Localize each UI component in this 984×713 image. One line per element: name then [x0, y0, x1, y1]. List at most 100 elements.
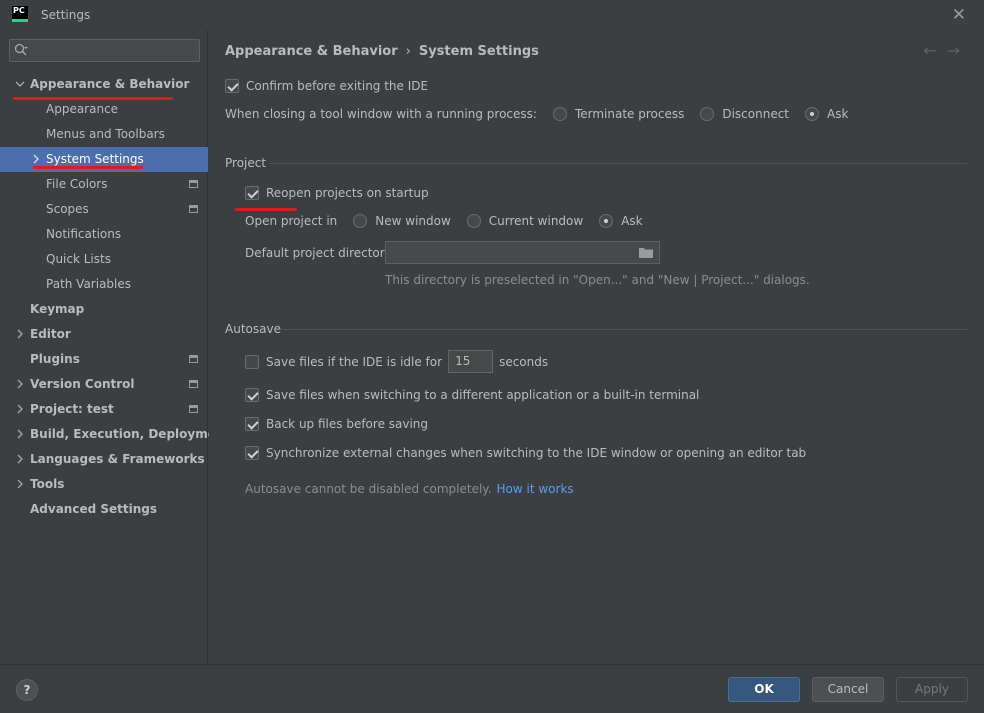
- open-ask-radio[interactable]: [599, 214, 614, 228]
- idle-seconds-input[interactable]: 15: [448, 350, 494, 373]
- sidebar-item-label: Appearance & Behavior: [30, 77, 190, 91]
- idle-save-row: Save files if the IDE is idle for 15 sec…: [245, 350, 548, 373]
- sidebar-item-label: Tools: [30, 477, 65, 491]
- project-level-icon: [189, 205, 198, 213]
- sidebar-item-label: Build, Execution, Deployment: [30, 427, 231, 441]
- switch-app-save-label: Save files when switching to a different…: [266, 388, 700, 402]
- cancel-button[interactable]: Cancel: [812, 677, 884, 702]
- sidebar-item-quick-lists[interactable]: Quick Lists: [0, 247, 208, 272]
- chevron-right-icon: [17, 329, 23, 339]
- sidebar-item-appearance[interactable]: Appearance: [0, 97, 208, 122]
- switch-app-save-checkbox[interactable]: [245, 388, 259, 402]
- disconnect-radio[interactable]: [700, 107, 715, 121]
- sidebar-item-tools[interactable]: Tools: [0, 472, 208, 497]
- ok-button[interactable]: OK: [728, 677, 800, 702]
- current-window-label: Current window: [488, 214, 584, 228]
- red-underline-annotation: [33, 166, 143, 169]
- window-title: Settings: [41, 8, 91, 22]
- breadcrumb-current: System Settings: [418, 44, 539, 59]
- sidebar-item-label: File Colors: [46, 177, 108, 191]
- open-project-in-label: Open project in: [245, 214, 338, 228]
- chevron-right-icon: [17, 429, 23, 439]
- sidebar-item-notifications[interactable]: Notifications: [0, 222, 208, 247]
- sidebar-item-label: Editor: [30, 327, 71, 341]
- chevron-right-icon: [17, 454, 23, 464]
- chevron-right-icon: [17, 404, 23, 414]
- terminate-process-radio[interactable]: [552, 107, 567, 121]
- sidebar-item-file-colors[interactable]: File Colors: [0, 172, 208, 197]
- autosave-note-text: Autosave cannot be disabled completely.: [245, 482, 492, 496]
- search-input[interactable]: [9, 39, 200, 62]
- section-divider: [282, 329, 967, 330]
- sync-row: Synchronize external changes when switch…: [245, 446, 806, 460]
- sidebar-item-label: Plugins: [30, 352, 80, 366]
- sidebar-item-menus-toolbars[interactable]: Menus and Toolbars: [0, 122, 208, 147]
- project-section-title: Project: [225, 156, 267, 170]
- sidebar-item-label: Quick Lists: [46, 252, 111, 266]
- idle-save-label: Save files if the IDE is idle for: [266, 354, 443, 369]
- confirm-exit-label: Confirm before exiting the IDE: [246, 79, 429, 93]
- forward-arrow-icon[interactable]: →: [947, 41, 970, 60]
- sidebar-item-label: Version Control: [30, 377, 135, 391]
- terminate-process-label: Terminate process: [574, 107, 685, 121]
- sidebar-item-languages-frameworks[interactable]: Languages & Frameworks: [0, 447, 208, 472]
- default-dir-hint: This directory is preselected in "Open..…: [385, 273, 810, 287]
- sidebar-item-editor[interactable]: Editor: [0, 322, 208, 347]
- closing-ask-radio[interactable]: [805, 107, 820, 121]
- sidebar-item-label: Scopes: [46, 202, 89, 216]
- default-dir-label: Default project directory:: [245, 246, 395, 260]
- sidebar-item-path-variables[interactable]: Path Variables: [0, 272, 208, 297]
- project-level-icon: [189, 180, 198, 188]
- sync-checkbox[interactable]: [245, 446, 259, 460]
- closing-tool-window-label: When closing a tool window with a runnin…: [225, 107, 537, 121]
- section-divider: [269, 163, 967, 164]
- default-dir-input[interactable]: [385, 241, 660, 264]
- backup-checkbox[interactable]: [245, 417, 259, 431]
- title-bar: PC Settings ✕: [0, 0, 984, 30]
- new-window-radio[interactable]: [353, 214, 368, 228]
- sidebar-item-label: Languages & Frameworks: [30, 452, 205, 466]
- reopen-projects-checkbox[interactable]: [245, 186, 259, 200]
- sidebar-item-label: Appearance: [46, 102, 119, 116]
- idle-save-checkbox[interactable]: [245, 354, 259, 369]
- sidebar-item-keymap[interactable]: Keymap: [0, 297, 208, 322]
- project-level-icon: [189, 405, 198, 413]
- chevron-right-icon: [17, 379, 23, 389]
- folder-icon[interactable]: [639, 247, 653, 258]
- dialog-footer: ? OK Cancel Apply: [0, 664, 984, 713]
- back-arrow-icon[interactable]: ←: [923, 41, 946, 60]
- switch-app-save-row: Save files when switching to a different…: [245, 388, 699, 402]
- confirm-exit-checkbox[interactable]: [225, 79, 239, 93]
- sidebar-item-version-control[interactable]: Version Control: [0, 372, 208, 397]
- new-window-label: New window: [375, 214, 451, 228]
- chevron-right-icon: [33, 154, 39, 164]
- sidebar-item-appearance-behavior[interactable]: Appearance & Behavior: [0, 72, 208, 97]
- help-button[interactable]: ?: [16, 679, 38, 701]
- sidebar-item-label: Menus and Toolbars: [46, 127, 165, 141]
- apply-button[interactable]: Apply: [896, 677, 968, 702]
- autosave-note: Autosave cannot be disabled completely. …: [245, 482, 574, 496]
- chevron-down-icon: [15, 81, 25, 87]
- sidebar-item-label: Project: test: [30, 402, 114, 416]
- sidebar-item-scopes[interactable]: Scopes: [0, 197, 208, 222]
- breadcrumb-separator: ›: [405, 44, 411, 59]
- reopen-projects-row: Reopen projects on startup: [245, 186, 429, 200]
- backup-row: Back up files before saving: [245, 417, 428, 431]
- sidebar-item-plugins[interactable]: Plugins: [0, 347, 208, 372]
- disconnect-label: Disconnect: [722, 107, 790, 121]
- how-it-works-link[interactable]: How it works: [497, 482, 574, 496]
- sidebar-item-project[interactable]: Project: test: [0, 397, 208, 422]
- current-window-radio[interactable]: [466, 214, 481, 228]
- sidebar-item-build-execution[interactable]: Build, Execution, Deployment: [0, 422, 230, 447]
- close-icon[interactable]: ✕: [952, 5, 966, 25]
- idle-seconds-unit: seconds: [499, 354, 549, 369]
- breadcrumb-parent[interactable]: Appearance & Behavior: [225, 44, 398, 59]
- sidebar-item-advanced-settings[interactable]: Advanced Settings: [0, 497, 208, 522]
- closing-tool-window-row: When closing a tool window with a runnin…: [225, 107, 848, 121]
- closing-ask-label: Ask: [827, 107, 849, 121]
- confirm-exit-row: Confirm before exiting the IDE: [225, 79, 428, 93]
- sidebar-item-label: Path Variables: [46, 277, 132, 291]
- sidebar-item-label: Keymap: [30, 302, 85, 316]
- chevron-right-icon: [17, 479, 23, 489]
- sync-label: Synchronize external changes when switch…: [266, 446, 807, 460]
